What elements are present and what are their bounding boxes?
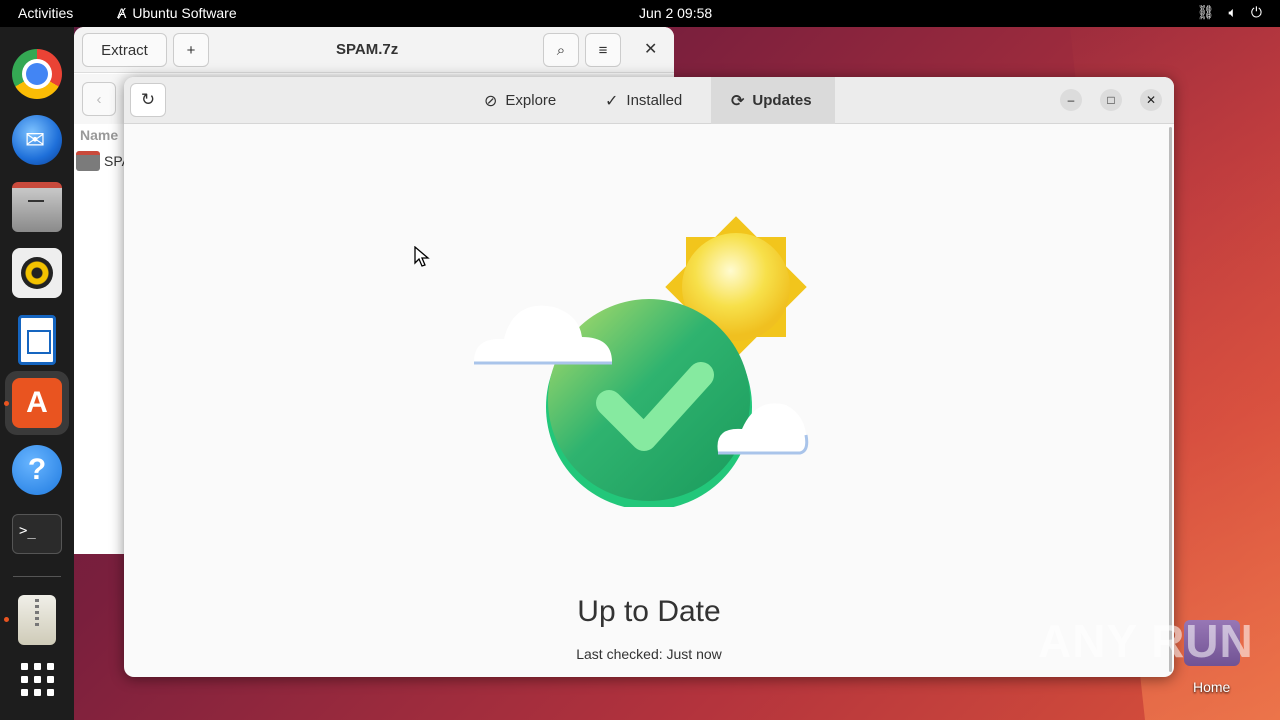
tab-explore[interactable]: ⊘ Explore [464, 77, 576, 124]
app-menu-label: Ubuntu Software [132, 5, 237, 21]
files-icon[interactable] [12, 182, 62, 232]
help-icon[interactable]: ? [12, 445, 62, 495]
top-bar: Activities Ⱥ Ubuntu Software Jun 2 09:58… [0, 0, 1280, 27]
back-button[interactable]: ‹ [82, 82, 116, 116]
compass-icon: ⊘ [484, 92, 498, 110]
dock: A ? >_ [0, 27, 74, 720]
network-icon[interactable]: ⛓ [1197, 4, 1215, 21]
activities-button[interactable]: Activities [18, 5, 73, 21]
scrollbar[interactable] [1169, 127, 1172, 672]
search-button[interactable]: ⌕ [543, 33, 579, 67]
libreoffice-writer-icon[interactable] [18, 315, 56, 365]
extract-button[interactable]: Extract [82, 33, 167, 67]
running-indicator [4, 401, 9, 406]
status-subtitle: Last checked: Just now [576, 646, 722, 662]
archive-manager-icon[interactable] [18, 595, 56, 645]
refresh-button[interactable]: ↻ [130, 83, 166, 117]
rhythmbox-icon[interactable] [12, 248, 62, 298]
watermark: ANY RUN [1038, 615, 1254, 667]
tab-updates[interactable]: ⟳ Updates [711, 77, 835, 124]
menu-button[interactable]: ≡ [585, 33, 621, 67]
running-indicator [4, 617, 9, 622]
close-icon: ✕ [1145, 93, 1157, 107]
system-tray[interactable]: ⛓ 🔈︎ ⏻ [1197, 4, 1262, 21]
tab-installed[interactable]: ✓ Installed [585, 77, 702, 124]
check-circle-icon: ✓ [605, 92, 619, 110]
show-apps-icon[interactable] [12, 655, 62, 705]
close-icon[interactable]: ✕ [644, 39, 657, 59]
dock-separator [13, 576, 61, 577]
sync-icon: ⟳ [731, 92, 745, 110]
status-title: Up to Date [577, 595, 721, 628]
maximize-icon: □ [1107, 93, 1115, 107]
chevron-left-icon: ‹ [96, 90, 102, 108]
folder-icon [76, 151, 100, 171]
ubuntu-software-icon[interactable]: A [12, 378, 62, 428]
refresh-icon: ↻ [140, 90, 156, 109]
clock[interactable]: Jun 2 09:58 [639, 5, 712, 21]
close-button[interactable]: ✕ [1140, 89, 1162, 111]
hamburger-icon: ≡ [598, 41, 608, 59]
tab-label: Updates [752, 92, 812, 109]
up-to-date-illustration [474, 216, 809, 507]
maximize-button[interactable]: □ [1100, 89, 1122, 111]
home-label[interactable]: Home [1193, 679, 1230, 695]
minimize-button[interactable]: – [1060, 89, 1082, 111]
app-store-icon: Ⱥ [117, 5, 127, 21]
chrome-icon[interactable] [12, 49, 62, 99]
power-icon[interactable]: ⏻ [1251, 4, 1262, 21]
add-button[interactable]: + [173, 33, 209, 67]
mouse-cursor-icon [414, 246, 430, 267]
archive-title: SPAM.7z [336, 41, 399, 58]
app-menu[interactable]: Ⱥ Ubuntu Software [117, 5, 237, 21]
minimize-icon: – [1067, 93, 1075, 107]
archive-header: Extract + SPAM.7z ⌕ ≡ ✕ [74, 27, 674, 73]
terminal-icon[interactable]: >_ [12, 514, 62, 554]
tab-label: Installed [626, 92, 683, 109]
software-header: ↻ ⊘ Explore ✓ Installed ⟳ Updates – □ ✕ [124, 77, 1174, 124]
volume-icon[interactable]: 🔈︎ [1229, 4, 1237, 21]
list-item[interactable]: SPA [76, 151, 131, 171]
column-header-name[interactable]: Name [80, 127, 118, 143]
thunderbird-icon[interactable] [12, 115, 62, 165]
software-window: ↻ ⊘ Explore ✓ Installed ⟳ Updates – □ ✕ [124, 77, 1174, 677]
tab-label: Explore [505, 92, 557, 109]
search-icon: ⌕ [556, 41, 566, 59]
